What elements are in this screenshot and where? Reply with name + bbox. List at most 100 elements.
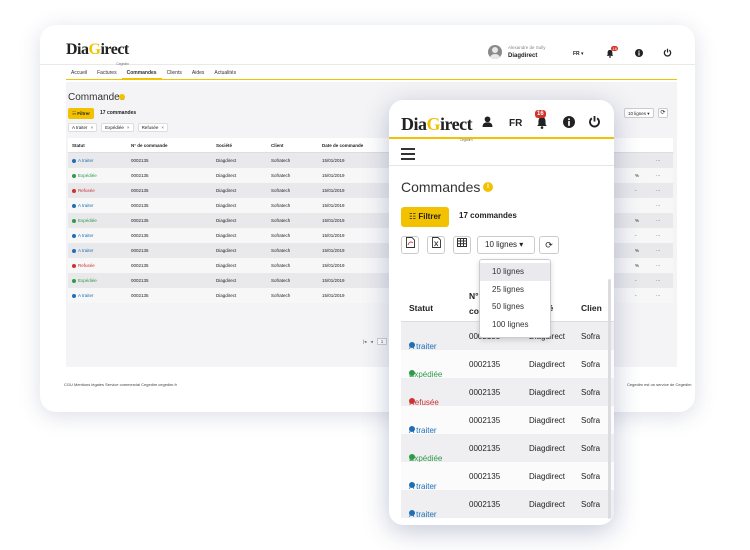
user-icon[interactable] xyxy=(482,116,493,127)
order-number: 0002135 xyxy=(469,472,501,481)
table-row[interactable]: Expédiée 0002135 Diagdirect Sofra xyxy=(401,350,614,379)
diagdirect-logo[interactable]: DiaGirect Cegedim xyxy=(66,41,129,66)
filter-button[interactable]: ☷ Filtrer xyxy=(401,207,449,227)
client: Sofra xyxy=(581,500,601,509)
more-icon[interactable]: ··· xyxy=(656,173,661,178)
status-dot xyxy=(72,218,76,223)
nav-clients[interactable]: Clients xyxy=(162,66,187,79)
info-icon[interactable] xyxy=(563,116,575,128)
client: Sofra xyxy=(581,388,601,397)
table-row[interactable]: Refusée 0002135 Diagdirect Sofra xyxy=(401,378,614,407)
refresh-button[interactable]: ⟳ xyxy=(658,108,668,118)
option-10-lignes[interactable]: 10 lignes xyxy=(480,263,550,281)
close-icon[interactable]: × xyxy=(91,125,94,130)
company: Diagdirect xyxy=(216,173,237,178)
col-client[interactable]: Client xyxy=(271,143,284,148)
table-row[interactable]: Expédiée 0002135 Diagdirect Sofra xyxy=(401,434,614,463)
more-icon[interactable]: ··· xyxy=(656,188,661,193)
option-100-lignes[interactable]: 100 lignes xyxy=(480,316,550,334)
user-menu[interactable]: Alexandre de Sully Diagdirect xyxy=(488,44,546,60)
nav-aides[interactable]: Aides xyxy=(187,66,210,79)
company: Diagdirect xyxy=(216,293,237,298)
order-number: 0002135 xyxy=(131,233,149,238)
status-dot xyxy=(72,173,76,178)
table-row[interactable]: A traiter0002135DiagdirectSofra xyxy=(401,462,614,491)
row-extra: % xyxy=(635,263,640,268)
logo-text-end: irect xyxy=(440,114,473,134)
option-50-lignes[interactable]: 50 lignes xyxy=(480,298,550,316)
language-select[interactable]: FR xyxy=(509,118,522,129)
info-icon[interactable] xyxy=(635,49,643,57)
more-icon[interactable]: ··· xyxy=(656,248,661,253)
client: Sofratech xyxy=(271,278,291,283)
status-text: Expédiée xyxy=(78,278,97,283)
table-icon[interactable] xyxy=(453,236,471,254)
table-row[interactable]: A traiter0002135DiagdirectSofra xyxy=(401,490,614,519)
language-select[interactable]: FR ▾ xyxy=(573,51,584,57)
more-icon[interactable]: ··· xyxy=(656,158,661,163)
scrollbar[interactable] xyxy=(608,279,611,519)
more-icon[interactable]: ··· xyxy=(656,218,661,223)
option-25-lignes[interactable]: 25 lignes xyxy=(480,281,550,299)
order-number: 0002135 xyxy=(131,173,149,178)
page-title: Commandes xyxy=(68,92,125,103)
first-page-button[interactable]: |◂ xyxy=(363,339,366,345)
nav-commandes[interactable]: Commandes xyxy=(121,66,162,79)
company: Diagdirect xyxy=(529,388,566,397)
menu-icon[interactable] xyxy=(401,148,415,163)
row-extra: - xyxy=(635,278,637,283)
nav-actualites[interactable]: Actualités xyxy=(209,66,241,79)
col-numero[interactable]: N° co xyxy=(469,289,479,319)
chip-a-traiter[interactable]: A traiter × xyxy=(68,123,98,132)
order-number: 0002135 xyxy=(469,360,501,369)
page-input[interactable]: 1 xyxy=(376,338,388,345)
info-icon[interactable]: i xyxy=(483,182,493,192)
prev-page-button[interactable]: ◂ xyxy=(370,339,372,345)
status-dot xyxy=(72,278,76,283)
client: Sofra xyxy=(581,416,601,425)
col-client[interactable]: Clien xyxy=(581,303,602,313)
refresh-button[interactable]: ⟳ xyxy=(539,236,559,254)
logo-subtitle: Cegedim xyxy=(459,137,473,142)
nav-accueil[interactable]: Accueil xyxy=(66,66,92,79)
info-icon[interactable] xyxy=(119,94,125,100)
col-date[interactable]: Date de commande xyxy=(322,143,363,148)
client: Sofratech xyxy=(271,248,291,253)
chip-label: Expédiée xyxy=(105,125,124,130)
status-label: Expédiée xyxy=(72,173,97,178)
close-icon[interactable]: × xyxy=(161,125,164,130)
client: Sofra xyxy=(581,332,601,341)
more-icon[interactable]: ··· xyxy=(656,278,661,283)
lines-select[interactable]: 10 lignes ▾ xyxy=(624,108,654,118)
nav-factures[interactable]: Factures xyxy=(92,66,121,79)
order-number: 0002135 xyxy=(131,218,149,223)
filter-button[interactable]: ☷ Filtrer xyxy=(68,108,94,119)
footer-links[interactable]: CGU Mentions légales Service commercial … xyxy=(64,382,177,387)
order-date: 15/01/2019 xyxy=(322,263,345,268)
status-dot xyxy=(72,158,76,163)
chip-refusee[interactable]: Refusée × xyxy=(137,123,168,132)
chip-label: A traiter xyxy=(72,125,88,130)
row-extra: % xyxy=(635,218,640,223)
more-icon[interactable]: ··· xyxy=(656,233,661,238)
more-icon[interactable]: ··· xyxy=(656,203,661,208)
col-statut[interactable]: Statut xyxy=(72,143,85,148)
pdf-icon[interactable] xyxy=(401,236,419,254)
close-icon[interactable]: × xyxy=(127,125,130,130)
table-row[interactable]: A traiter0002135DiagdirectSofra xyxy=(401,406,614,435)
more-icon[interactable]: ··· xyxy=(656,263,661,268)
company: Diagdirect xyxy=(216,278,237,283)
chip-expediee[interactable]: Expédiée × xyxy=(101,123,134,132)
col-statut[interactable]: Statut xyxy=(409,303,433,313)
col-numero[interactable]: N° de commande xyxy=(131,143,168,148)
lines-select[interactable]: 10 lignes ▾ xyxy=(477,236,535,254)
status-label: A traiter xyxy=(72,293,94,298)
diagdirect-logo[interactable]: DiaGirect Cegedim xyxy=(401,114,473,142)
more-icon[interactable]: ··· xyxy=(656,293,661,298)
order-date: 15/01/2019 xyxy=(322,218,345,223)
row-extra: % xyxy=(635,248,640,253)
power-icon[interactable] xyxy=(663,48,672,57)
col-societe[interactable]: Société xyxy=(216,143,232,148)
excel-icon[interactable] xyxy=(427,236,445,254)
power-icon[interactable] xyxy=(588,115,601,128)
